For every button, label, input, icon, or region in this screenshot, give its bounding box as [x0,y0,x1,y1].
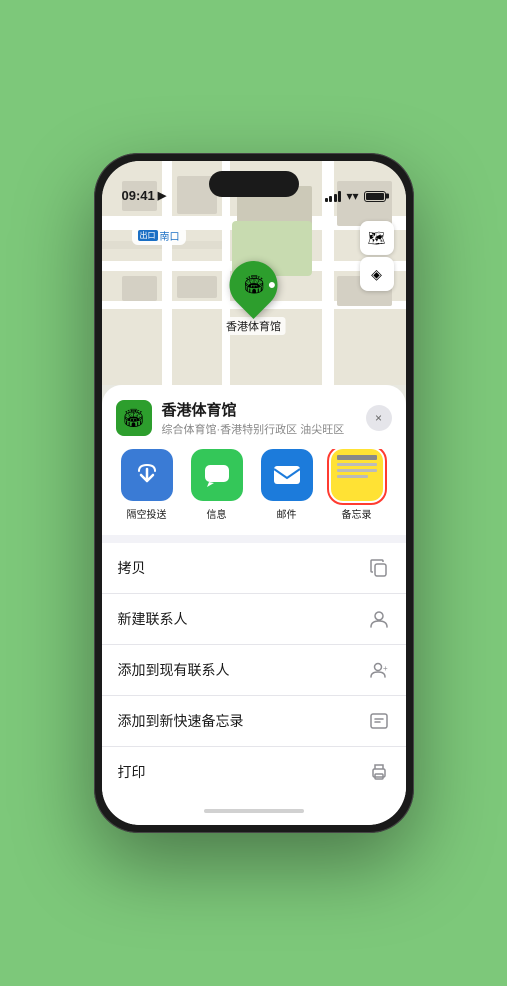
compass-button[interactable]: ◈ [360,257,394,291]
action-add-existing[interactable]: 添加到现有联系人 + [102,645,406,696]
share-item-message[interactable]: 信息 [186,449,248,521]
new-contact-label: 新建联系人 [118,609,188,629]
quick-note-icon [368,710,390,732]
home-indicator [102,797,406,825]
dynamic-island [209,171,299,197]
message-icon [191,449,243,501]
airdrop-icon [121,449,173,501]
share-item-notes[interactable]: 备忘录 [326,449,388,521]
time-label: 09:41 [122,188,155,203]
status-time: 09:41 ▶ [122,188,167,203]
bottom-sheet: 🏟 香港体育馆 综合体育馆·香港特别行政区 油尖旺区 × [102,385,406,825]
notes-icon [331,449,383,501]
action-print[interactable]: 打印 [102,747,406,797]
venue-info: 香港体育馆 综合体育馆·香港特别行政区 油尖旺区 [162,399,356,437]
svg-text:+: + [383,664,388,673]
share-row: 隔空投送 信息 [116,449,392,535]
mail-icon [261,449,313,501]
location-name: 南口 [160,228,180,243]
battery-icon [364,191,386,202]
signal-icon [325,191,342,202]
venue-header: 🏟 香港体育馆 综合体育馆·香港特别行政区 油尖旺区 × [116,399,392,437]
close-button[interactable]: × [366,405,392,431]
print-label: 打印 [118,762,146,782]
print-icon [368,761,390,783]
share-item-airdrop[interactable]: 隔空投送 [116,449,178,521]
new-contact-icon [368,608,390,630]
wifi-icon: ▾▾ [346,189,358,203]
map-pin: 🏟 香港体育馆 [222,261,285,335]
action-copy[interactable]: 拷贝 [102,543,406,594]
mail-label: 邮件 [277,506,297,521]
phone-frame: 09:41 ▶ ▾▾ [94,153,414,833]
add-quick-note-label: 添加到新快速备忘录 [118,711,244,731]
status-icons: ▾▾ [325,189,386,203]
action-new-contact[interactable]: 新建联系人 [102,594,406,645]
venue-name: 香港体育馆 [162,399,356,420]
action-add-quick-note[interactable]: 添加到新快速备忘录 [102,696,406,747]
copy-label: 拷贝 [118,558,146,578]
venue-icon: 🏟 [116,400,152,436]
venue-card: 🏟 香港体育馆 综合体育馆·香港特别行政区 油尖旺区 × [102,385,406,535]
home-bar [204,809,304,813]
airdrop-label: 隔空投送 [127,506,167,521]
share-item-mail[interactable]: 邮件 [256,449,318,521]
notes-label: 备忘录 [342,506,372,521]
pin-label: 香港体育馆 [222,317,285,335]
message-label: 信息 [207,506,227,521]
location-label: 出口 南口 [132,226,186,245]
map-controls: 🗺 ◈ [360,221,394,291]
location-icon: ▶ [158,189,166,202]
add-existing-label: 添加到现有联系人 [118,660,230,680]
add-existing-icon: + [368,659,390,681]
map-type-button[interactable]: 🗺 [360,221,394,255]
venue-subtitle: 综合体育馆·香港特别行政区 油尖旺区 [162,421,356,437]
pin-icon: 🏟 [220,251,288,319]
phone-screen: 09:41 ▶ ▾▾ [102,161,406,825]
action-list: 拷贝 新建联系人 [102,543,406,797]
copy-icon [368,557,390,579]
